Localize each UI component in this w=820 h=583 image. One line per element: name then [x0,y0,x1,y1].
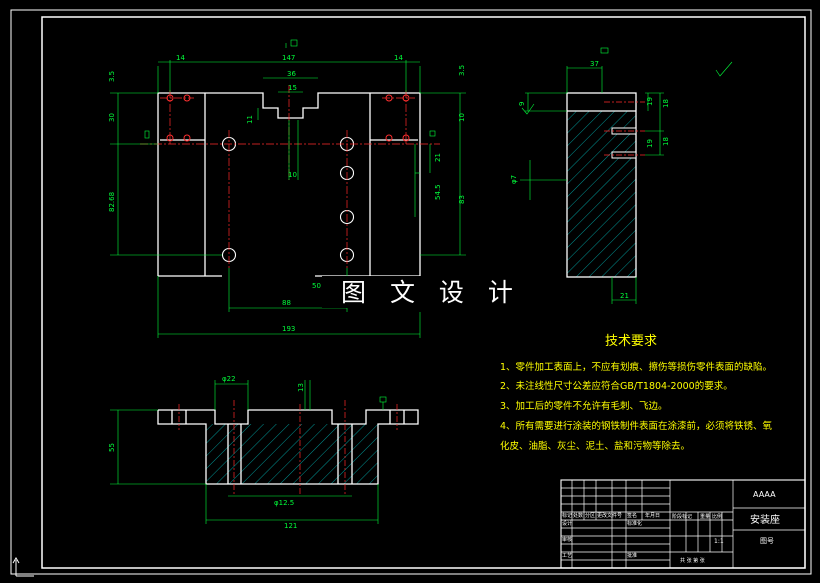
sec-dim-55: 55 [108,443,116,452]
tb-label-change-doc: 更改文件号 [597,512,622,519]
dim-82-68: 82.68 [108,192,116,212]
title-block-part-name: 安装座 [750,513,780,526]
dim-193: 193 [282,325,295,333]
dim-50: 50 [312,282,321,290]
surface-finish-icon [521,47,733,115]
notes-line-5: 化皮、油脂、灰尘、泥土、盐和污物等除去。 [500,440,690,452]
tb-label-count: 处数 [573,512,583,519]
tb-label-ratio: 比例 [712,513,722,520]
tb-label-design: 设计 [562,520,572,527]
side-view-hatch [567,111,636,277]
notes-line-2: 2、未注线性尺寸公差应符合GB/T1804-2000的要求。 [500,380,733,392]
dim-147: 147 [282,54,295,62]
tb-label-stage: 阶段标记 [672,513,692,520]
tb-label-review: 审核 [562,536,572,543]
datum-marker-right [429,130,436,137]
coordinate-axis-icon [12,557,34,577]
front-view-holes [221,136,355,263]
notes-line-4: 4、所有需要进行涂装的钢铁制件表面在涂漆前，必须将铁锈、氧 [500,420,773,432]
tb-label-sign: 签名 [627,512,637,519]
tb-label-weight: 重量 [700,513,710,520]
side-dim-21: 21 [620,292,629,300]
side-dim-19: 19 [646,97,654,106]
dim-36: 36 [287,70,296,78]
tb-label-mark: 标记 [562,512,572,519]
notes-title: 技术要求 [605,334,657,349]
sec-dim-phi12-5: φ12.5 [274,499,294,507]
dim-15: 15 [288,84,297,92]
section-view: φ22 55 φ12.5 121 13 [108,375,419,530]
technical-requirements: 技术要求 1、零件加工表面上，不应有划痕、擦伤等损伤零件表面的缺陷。 2、未注线… [500,334,773,452]
dim-3-5-right: 3.5 [458,65,466,76]
tb-label-approve: 批准 [627,552,637,559]
side-dim-9: 9 [518,102,526,106]
dim-3-5-left: 3.5 [108,71,116,82]
dim-14-right: 14 [394,54,403,62]
sec-dim-phi22: φ22 [222,375,236,383]
side-dim-phi7: φ7 [510,175,518,184]
side-view: 37 9 18 18 19 19 φ7 21 [510,47,733,304]
title-block-code: AAAA [753,490,776,499]
sec-dim-13: 13 [297,383,305,392]
side-dim-18b: 18 [662,137,670,146]
dim-11: 11 [246,115,254,124]
side-dim-19b: 19 [646,139,654,148]
tb-label-standard: 标准化 [627,520,642,527]
notes-line-1: 1、零件加工表面上，不应有划痕、擦伤等损伤零件表面的缺陷。 [500,361,772,373]
dim-54-5: 54.5 [434,184,442,200]
dim-88: 88 [282,299,291,307]
watermark-text: 图 文 设 计 [341,278,521,307]
notes-line-3: 3、加工后的零件不允许有毛刺、飞边。 [500,400,668,412]
tb-label-sheets: 共 张 第 张 [680,557,705,564]
tb-label-date: 年月日 [645,512,660,519]
dim-30-left: 30 [108,113,116,122]
title-block-drawing-no-label: 图号 [760,537,774,545]
sec-dim-121: 121 [284,522,297,530]
dim-10-center: 10 [288,171,297,179]
dim-14-left: 14 [176,54,185,62]
dim-21: 21 [434,153,442,162]
tb-label-process: 工艺 [562,553,572,559]
side-dim-18: 18 [662,99,670,108]
cad-drawing: 14 147 14 36 15 3.5 30 82.68 3.5 10 83 2… [10,9,812,577]
tb-label-zone: 分区 [585,512,595,519]
dim-83: 83 [458,195,466,204]
datum-marker-top [285,39,298,48]
datum-marker-left [144,130,150,139]
section-surface-finish-icon [379,396,387,410]
title-block-scale: 1:1 [714,538,724,545]
dim-10-right: 10 [458,113,466,122]
side-dim-37: 37 [590,60,599,68]
